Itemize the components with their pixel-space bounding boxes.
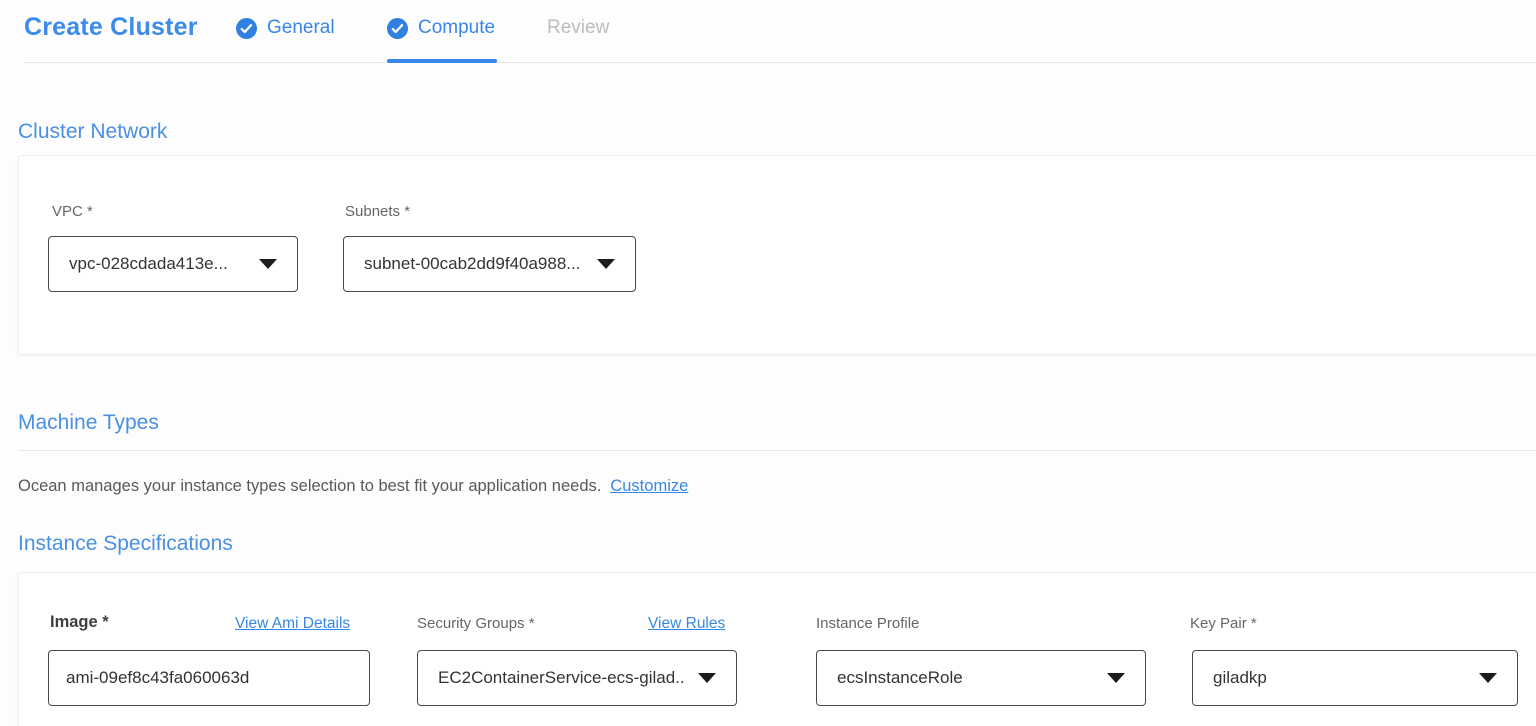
instance-profile-selected-value: ecsInstanceRole xyxy=(837,668,963,688)
machine-types-description: Ocean manages your instance types select… xyxy=(18,477,688,496)
page-title: Create Cluster xyxy=(24,13,198,42)
vpc-select[interactable]: vpc-028cdada413e... xyxy=(48,236,298,292)
view-rules-link[interactable]: View Rules xyxy=(648,615,725,633)
check-circle-icon xyxy=(236,18,257,39)
caret-down-icon xyxy=(1479,673,1497,683)
security-groups-select[interactable]: EC2ContainerService-ecs-gilad... xyxy=(417,650,737,706)
create-cluster-page: Create Cluster General Compute Review Cl… xyxy=(0,0,1536,726)
tab-compute-label: Compute xyxy=(418,17,495,39)
caret-down-icon xyxy=(698,673,716,683)
key-pair-label: Key Pair * xyxy=(1190,615,1257,632)
active-tab-indicator xyxy=(387,59,497,63)
caret-down-icon xyxy=(259,259,277,269)
cluster-network-heading: Cluster Network xyxy=(18,120,167,144)
check-circle-icon xyxy=(387,18,408,39)
security-groups-label: Security Groups * xyxy=(417,615,535,632)
view-ami-details-link[interactable]: View Ami Details xyxy=(235,615,350,633)
vpc-label: VPC * xyxy=(52,203,93,220)
instance-profile-label: Instance Profile xyxy=(816,615,919,632)
image-input[interactable] xyxy=(48,650,370,706)
tab-compute[interactable]: Compute xyxy=(387,17,495,39)
section-divider xyxy=(18,450,1536,451)
subnets-select[interactable]: subnet-00cab2dd9f40a988... xyxy=(343,236,636,292)
subnets-label: Subnets * xyxy=(345,203,410,220)
key-pair-select[interactable]: giladkp xyxy=(1192,650,1518,706)
key-pair-selected-value: giladkp xyxy=(1213,668,1267,688)
caret-down-icon xyxy=(1107,673,1125,683)
instance-specifications-heading: Instance Specifications xyxy=(18,532,233,556)
caret-down-icon xyxy=(597,259,615,269)
tab-general[interactable]: General xyxy=(236,17,335,39)
tab-review-label: Review xyxy=(547,17,609,39)
header-divider xyxy=(24,62,1536,63)
vpc-selected-value: vpc-028cdada413e... xyxy=(69,254,228,274)
security-groups-selected-value: EC2ContainerService-ecs-gilad... xyxy=(438,668,686,688)
machine-types-description-text: Ocean manages your instance types select… xyxy=(18,477,601,495)
instance-profile-select[interactable]: ecsInstanceRole xyxy=(816,650,1146,706)
tab-general-label: General xyxy=(267,17,335,39)
subnets-selected-value: subnet-00cab2dd9f40a988... xyxy=(364,254,580,274)
customize-link[interactable]: Customize xyxy=(610,477,688,495)
tab-review[interactable]: Review xyxy=(547,17,609,39)
image-label: Image * xyxy=(50,613,109,632)
machine-types-heading: Machine Types xyxy=(18,411,159,435)
